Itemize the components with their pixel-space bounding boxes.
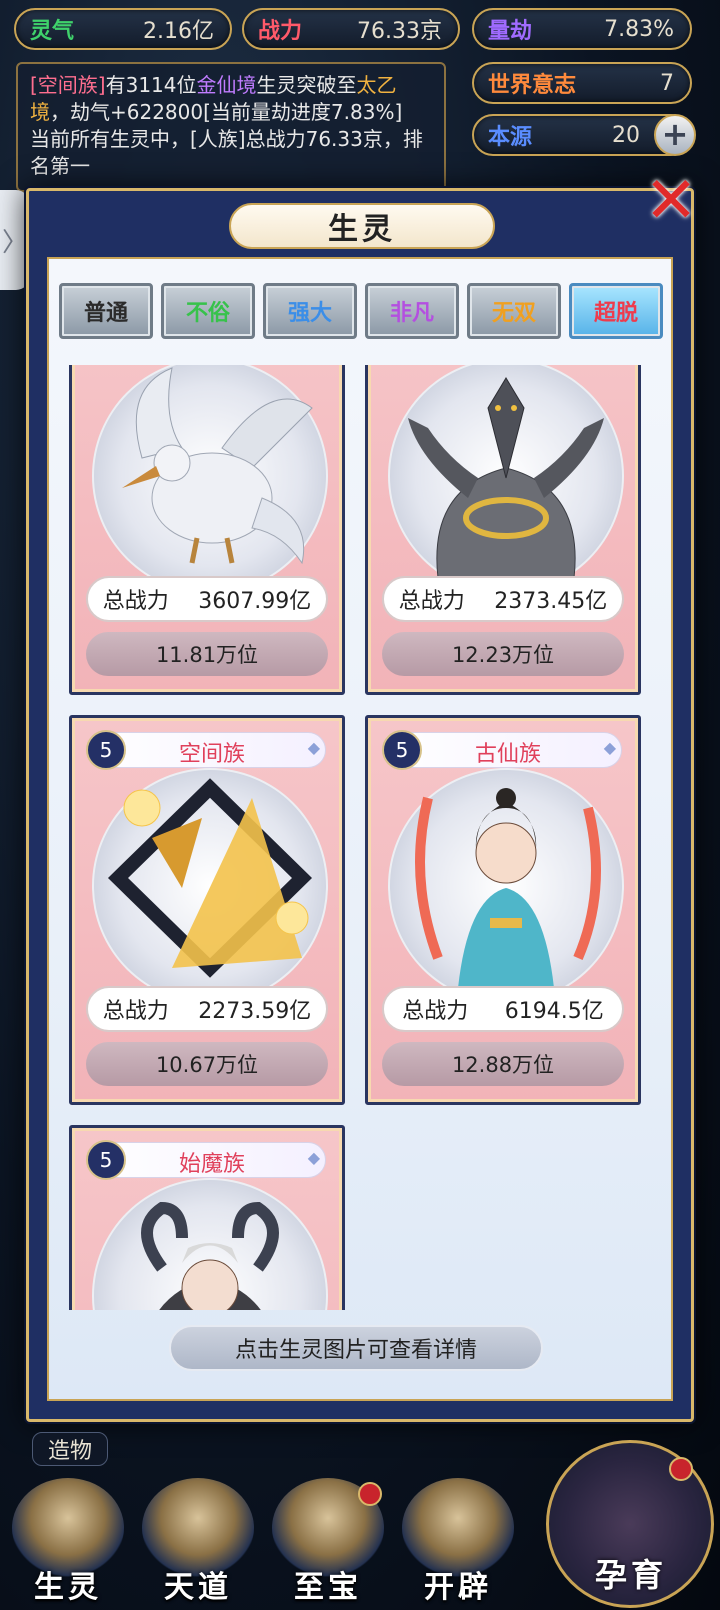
log-realm-from: 金仙境 bbox=[196, 73, 257, 97]
stat-shijie-value: 7 bbox=[660, 70, 674, 96]
level-badge: 5 bbox=[382, 730, 422, 770]
nav-shengling-button[interactable]: 生灵 bbox=[8, 1478, 128, 1610]
tab-putong[interactable]: 普通 bbox=[59, 283, 153, 339]
stat-lingqi: 灵气 2.16亿 bbox=[14, 8, 232, 50]
bird-icon[interactable] bbox=[102, 365, 318, 578]
stat-liangjie-label: 量劫 bbox=[488, 18, 533, 44]
event-log: [空间族]有3114位金仙境生灵突破至太乙境，劫气+622800[当前量劫进度7… bbox=[16, 62, 446, 192]
stat-lingqi-value: 2.16亿 bbox=[143, 19, 214, 44]
nav-label: 天道 bbox=[164, 1570, 232, 1605]
stat-benyuan-value: 20 bbox=[612, 122, 640, 148]
nav-zhibao-button[interactable]: 至宝 bbox=[268, 1478, 388, 1610]
level-badge: 5 bbox=[86, 1140, 126, 1180]
tab-busu[interactable]: 不俗 bbox=[161, 283, 255, 339]
nav-label: 开辟 bbox=[424, 1570, 492, 1605]
stat-liangjie[interactable]: 量劫 7.83% bbox=[472, 8, 692, 50]
chevron-right-icon: ◆ bbox=[603, 738, 616, 757]
race-name: 空间族 bbox=[178, 742, 245, 767]
creature-card[interactable]: 5 始魔族 ◆ bbox=[69, 1125, 345, 1310]
power-label: 总战力 bbox=[402, 999, 469, 1024]
power-label: 总战力 bbox=[398, 589, 465, 614]
stat-benyuan: 本源 20 + bbox=[472, 114, 696, 156]
creature-modal: 生灵 ✕ 普通 不俗 强大 非凡 无双 超脱 总战力 3607.99亿 11.8… bbox=[26, 169, 698, 1422]
stat-zhanli-label: 战力 bbox=[258, 18, 303, 44]
stat-lingqi-label: 灵气 bbox=[30, 18, 75, 44]
nav-label: 孕育 bbox=[594, 1556, 667, 1594]
stat-zhanli-value: 76.33京 bbox=[357, 19, 442, 44]
tab-chaotuo[interactable]: 超脱 bbox=[569, 283, 663, 339]
log-race: [空间族] bbox=[30, 73, 106, 97]
nav-zaowu-button[interactable]: 造物 bbox=[32, 1432, 108, 1466]
power-label: 总战力 bbox=[102, 589, 169, 614]
modal-body: 普通 不俗 强大 非凡 无双 超脱 总战力 3607.99亿 11.81万位 总… bbox=[47, 257, 673, 1401]
log-text-2: 生灵突破至 bbox=[256, 73, 357, 97]
power-value: 6194.5亿 bbox=[504, 999, 604, 1024]
card-rank: 12.88万位 bbox=[382, 1042, 624, 1086]
log-text-1: 有3114位 bbox=[105, 73, 197, 97]
card-power: 总战力 6194.5亿 bbox=[382, 986, 624, 1032]
stat-benyuan-label: 本源 bbox=[488, 124, 533, 150]
race-name: 始魔族 bbox=[178, 1152, 245, 1177]
chevron-right-icon: ◆ bbox=[307, 738, 320, 757]
notification-dot-icon bbox=[669, 1457, 693, 1481]
tab-qiangda[interactable]: 强大 bbox=[263, 283, 357, 339]
card-rank: 11.81万位 bbox=[86, 632, 328, 676]
creature-card[interactable]: 总战力 3607.99亿 11.81万位 bbox=[69, 365, 345, 695]
prism-icon[interactable] bbox=[102, 758, 318, 988]
nav-tiandao-button[interactable]: 天道 bbox=[138, 1478, 258, 1610]
creature-card[interactable]: 5 空间族 ◆ 总战力 2273.59亿 10.67万位 bbox=[69, 715, 345, 1105]
fairy-icon[interactable] bbox=[398, 758, 614, 988]
level-badge: 5 bbox=[86, 730, 126, 770]
tab-feifan[interactable]: 非凡 bbox=[365, 283, 459, 339]
stat-zhanli: 战力 76.33京 bbox=[242, 8, 460, 50]
stat-liangjie-value: 7.83% bbox=[604, 16, 674, 42]
chevron-right-icon: ◆ bbox=[307, 1148, 320, 1167]
card-power: 总战力 2273.59亿 bbox=[86, 986, 328, 1032]
creature-card[interactable]: 5 古仙族 ◆ 总战力 6194.5亿 12.88万位 bbox=[365, 715, 641, 1105]
nav-kaipi-button[interactable]: 开辟 bbox=[398, 1478, 518, 1610]
nav-label: 生灵 bbox=[34, 1570, 102, 1605]
nav-label: 至宝 bbox=[294, 1570, 362, 1605]
power-value: 3607.99亿 bbox=[198, 589, 312, 614]
log-text-3: ，劫气+622800[当前量劫进度7.83%] bbox=[50, 100, 403, 124]
log-text-4: 当前所有生灵中，[人族]总战力76.33京，排名第一 bbox=[30, 127, 423, 178]
power-label: 总战力 bbox=[102, 999, 169, 1024]
rarity-tabs: 普通 不俗 强大 非凡 无双 超脱 bbox=[59, 283, 663, 339]
stat-shijie-label: 世界意志 bbox=[488, 72, 577, 98]
nav-yunyu-button[interactable]: 孕育 bbox=[546, 1440, 714, 1608]
stat-shijie[interactable]: 世界意志 7 bbox=[472, 62, 692, 104]
card-power: 总战力 2373.45亿 bbox=[382, 576, 624, 622]
creature-grid[interactable]: 总战力 3607.99亿 11.81万位 总战力 2373.45亿 12.23万位 bbox=[69, 365, 649, 1310]
plus-icon[interactable]: + bbox=[654, 114, 696, 156]
power-value: 2373.45亿 bbox=[494, 589, 608, 614]
power-value: 2273.59亿 bbox=[198, 999, 312, 1024]
card-rank: 10.67万位 bbox=[86, 1042, 328, 1086]
modal-title: 生灵 bbox=[229, 203, 495, 249]
tab-wushuang[interactable]: 无双 bbox=[467, 283, 561, 339]
card-rank: 12.23万位 bbox=[382, 632, 624, 676]
demon-icon[interactable] bbox=[102, 1168, 318, 1310]
hint-text: 点击生灵图片可查看详情 bbox=[169, 1325, 543, 1371]
notification-dot-icon bbox=[358, 1482, 382, 1506]
creature-card[interactable]: 总战力 2373.45亿 12.23万位 bbox=[365, 365, 641, 695]
card-power: 总战力 3607.99亿 bbox=[86, 576, 328, 622]
race-name: 古仙族 bbox=[474, 742, 541, 767]
hydra-icon[interactable] bbox=[398, 365, 614, 578]
close-icon[interactable]: ✕ bbox=[639, 169, 703, 233]
